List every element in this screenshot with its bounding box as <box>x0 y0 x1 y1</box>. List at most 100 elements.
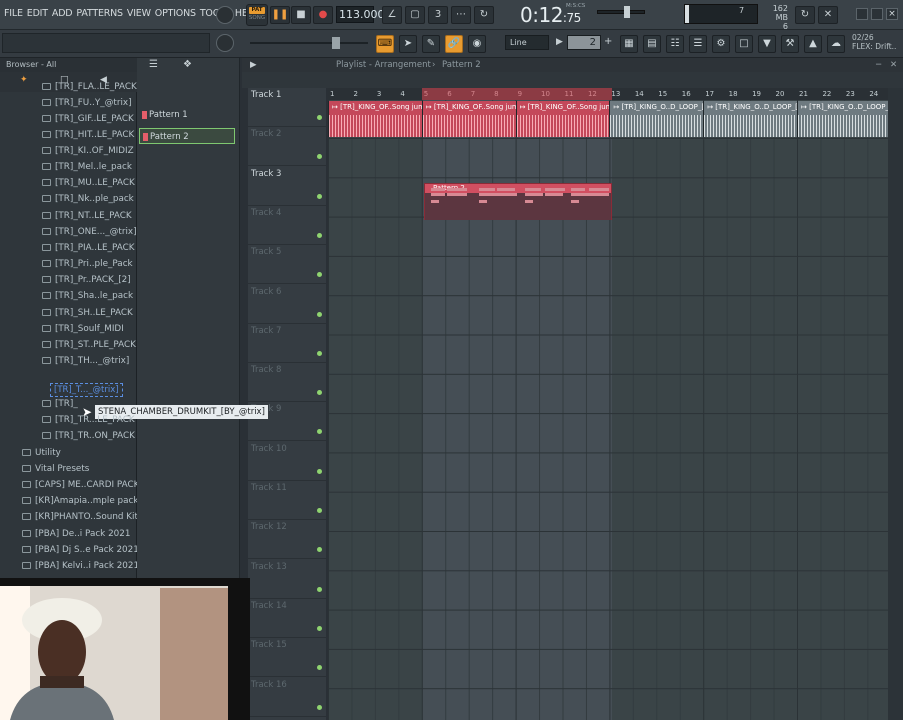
pattern-item-1[interactable]: Pattern 1 <box>139 107 235 123</box>
loop-region[interactable] <box>422 88 612 100</box>
track-header[interactable]: Track 7 <box>248 324 326 363</box>
browser-folder-9[interactable]: [TR]_ONE..._@trix] <box>42 224 137 240</box>
track-header[interactable]: Track 6 <box>248 285 326 324</box>
arrow-right-icon[interactable]: ➤ <box>399 35 417 53</box>
browser-folder-0[interactable]: [TR]_FLA..LE_PACK <box>42 79 137 95</box>
browser-folder-17[interactable]: [TR]_TH..._@trix] <box>42 353 137 369</box>
close-window-button[interactable]: × <box>886 8 898 20</box>
browser-folder-2[interactable]: [TR]_GIF..LE_PACK <box>42 111 137 127</box>
track-mute-led[interactable] <box>317 272 322 278</box>
audio-clip[interactable]: ↦ [TR]_KING_O..D_LOOP_[5] <box>797 101 891 137</box>
track-header[interactable]: Track 11 <box>248 481 326 520</box>
typing-keyboard-icon[interactable]: ⌨ <box>376 35 394 53</box>
piano-roll-icon[interactable]: ▤ <box>643 35 661 53</box>
browser-folder-11[interactable]: [TR]_Pri..ple_Pack <box>42 256 137 272</box>
browser-folder-4[interactable]: [TR]_KI..OF_MIDIZ <box>42 143 137 159</box>
browser-folder-14[interactable]: [TR]_SH..LE_PACK <box>42 305 137 321</box>
browser-root-folder-1[interactable]: Vital Presets <box>22 461 137 477</box>
menu-patterns[interactable]: PATTERNS <box>76 8 123 19</box>
master-pitch-slider[interactable] <box>597 10 645 14</box>
audio-clip[interactable]: ↦ [TR]_KING_OF..Song jump <box>515 101 610 137</box>
audio-clip[interactable]: ↦ [TR]_KING_O..D_LOOP_[5] <box>703 101 797 137</box>
track-header[interactable]: Track 5 <box>248 245 326 285</box>
track-mute-led[interactable] <box>317 232 322 238</box>
minimize-window-button[interactable] <box>856 8 868 20</box>
browser-root-folder-6[interactable]: [PBA] Dj S..e Pack 2021 <box>22 542 137 558</box>
step-left-arrow[interactable]: ▶ <box>556 37 563 47</box>
track-header[interactable]: Track 10 <box>248 442 326 481</box>
vertical-scrollbar[interactable] <box>888 88 903 720</box>
online-icon[interactable]: ↻ <box>795 6 815 24</box>
stamp-icon[interactable]: ◉ <box>468 35 486 53</box>
record-icon[interactable]: ● <box>313 6 333 24</box>
menu-file[interactable]: FILE <box>4 8 23 19</box>
track-mute-led[interactable] <box>317 625 322 631</box>
track-header[interactable]: Track 14 <box>248 599 326 638</box>
track-header[interactable]: Track 3 <box>248 167 326 206</box>
track-header[interactable]: Track 16 <box>248 678 326 717</box>
browser-root-folder-0[interactable]: Utility <box>22 445 137 461</box>
browser-folder-3[interactable]: [TR]_HIT..LE_PACK <box>42 127 137 143</box>
browser-folder-19[interactable]: [TR]_TR...LE_PACK <box>42 412 137 428</box>
browser-folder-18[interactable]: [TR]_ <box>42 396 137 412</box>
browser-folder-15[interactable]: [TR]_Soulf_MIDI <box>42 321 137 337</box>
browser-folder-1[interactable]: [TR]_FU..Y_@trix] <box>42 95 137 111</box>
all-tab-icon[interactable]: ✦ <box>20 75 28 85</box>
wrench-icon[interactable]: ⚒ <box>781 35 799 53</box>
countdown-icon[interactable]: 3 <box>428 6 448 24</box>
track-mute-led[interactable] <box>317 704 322 710</box>
menu-add[interactable]: ADD <box>52 8 73 19</box>
master-volume-knob[interactable] <box>216 6 234 24</box>
channel-settings-icon[interactable]: ⚙ <box>712 35 730 53</box>
browser-folder-16[interactable]: [TR]_ST..PLE_PACK <box>42 337 137 353</box>
wait-input-icon[interactable]: ▢ <box>405 6 425 24</box>
track-mute-led[interactable] <box>317 115 322 120</box>
track-mute-led[interactable] <box>317 665 322 671</box>
pause-icon[interactable]: ❚❚ <box>270 6 290 24</box>
stop-icon[interactable]: ■ <box>291 6 311 24</box>
tempo-display[interactable]: 113.000 <box>336 6 385 23</box>
track-mute-led[interactable] <box>317 311 322 317</box>
mixer-icon[interactable]: ☰ <box>689 35 707 53</box>
plugin-picker-icon[interactable]: ▼ <box>758 35 776 53</box>
pattern-clip[interactable]: Pattern 2 <box>424 183 612 220</box>
dragged-browser-item[interactable]: [TR]_T..._@trix] <box>50 383 123 397</box>
track-header[interactable]: Track 12 <box>248 520 326 560</box>
browser-root-folder-2[interactable]: [CAPS] ME..CARDI PACK <box>22 477 137 493</box>
browser-folder-7[interactable]: [TR]_Nk..ple_pack <box>42 191 137 207</box>
browser-root-folder-4[interactable]: [KR]PHANTO..Sound Kit <box>22 509 137 525</box>
cloud-icon[interactable]: ☁ <box>827 35 845 53</box>
step-size-field[interactable]: 2 <box>567 35 601 50</box>
close-project-icon[interactable]: ✕ <box>818 6 838 24</box>
menu-edit[interactable]: EDIT <box>27 8 48 19</box>
track-header[interactable]: Track 1 <box>248 88 326 127</box>
track-mute-led[interactable] <box>317 547 322 553</box>
audio-clip[interactable]: ↦ [TR]_KING_O..D_LOOP_[5] <box>609 101 704 137</box>
browser-folder-13[interactable]: [TR]_Sha..le_pack <box>42 288 137 304</box>
browser-folder-12[interactable]: [TR]_Pr..PACK_[2] <box>42 272 137 288</box>
browser-root-folder-7[interactable]: [PBA] Kelvi..i Pack 2021 <box>22 558 137 574</box>
metronome-icon[interactable]: ∠ <box>382 6 402 24</box>
playlist-close-icon[interactable]: ✕ <box>890 58 897 72</box>
track-mute-led[interactable] <box>317 350 322 356</box>
track-mute-led[interactable] <box>317 508 322 513</box>
browser-root-folder-3[interactable]: [KR]Amapia..mple pack <box>22 493 137 509</box>
browser-folder-20[interactable]: [TR]_TR..ON_PACK <box>42 428 137 444</box>
pattern-item-2[interactable]: Pattern 2 <box>139 128 235 144</box>
track-mute-led[interactable] <box>317 154 322 160</box>
playlist-menu-icon[interactable]: ▶ <box>250 58 257 72</box>
playlist-icon[interactable]: ▦ <box>620 35 638 53</box>
pattern-menu-icon[interactable]: ☰ <box>149 59 158 70</box>
menu-view[interactable]: VIEW <box>127 8 151 19</box>
menu-options[interactable]: OPTIONS <box>155 8 196 19</box>
track-header[interactable]: Track 8 <box>248 363 326 403</box>
track-header[interactable]: Track 2 <box>248 127 326 167</box>
track-header[interactable]: Track 15 <box>248 638 326 678</box>
step-edit-icon[interactable]: ⋯ <box>451 6 471 24</box>
audio-clip[interactable]: ↦ [TR]_KING_OF..Song jump <box>328 101 422 137</box>
song-position-handle[interactable] <box>332 37 340 49</box>
pattern-song-toggle[interactable]: PAT SONG <box>246 4 268 26</box>
track-header[interactable]: Track 4 <box>248 206 326 245</box>
browser-folder-10[interactable]: [TR]_PIA..LE_PACK <box>42 240 137 256</box>
flex-preset-display[interactable]: 02/26 FLEX: Drift.. <box>852 33 896 51</box>
